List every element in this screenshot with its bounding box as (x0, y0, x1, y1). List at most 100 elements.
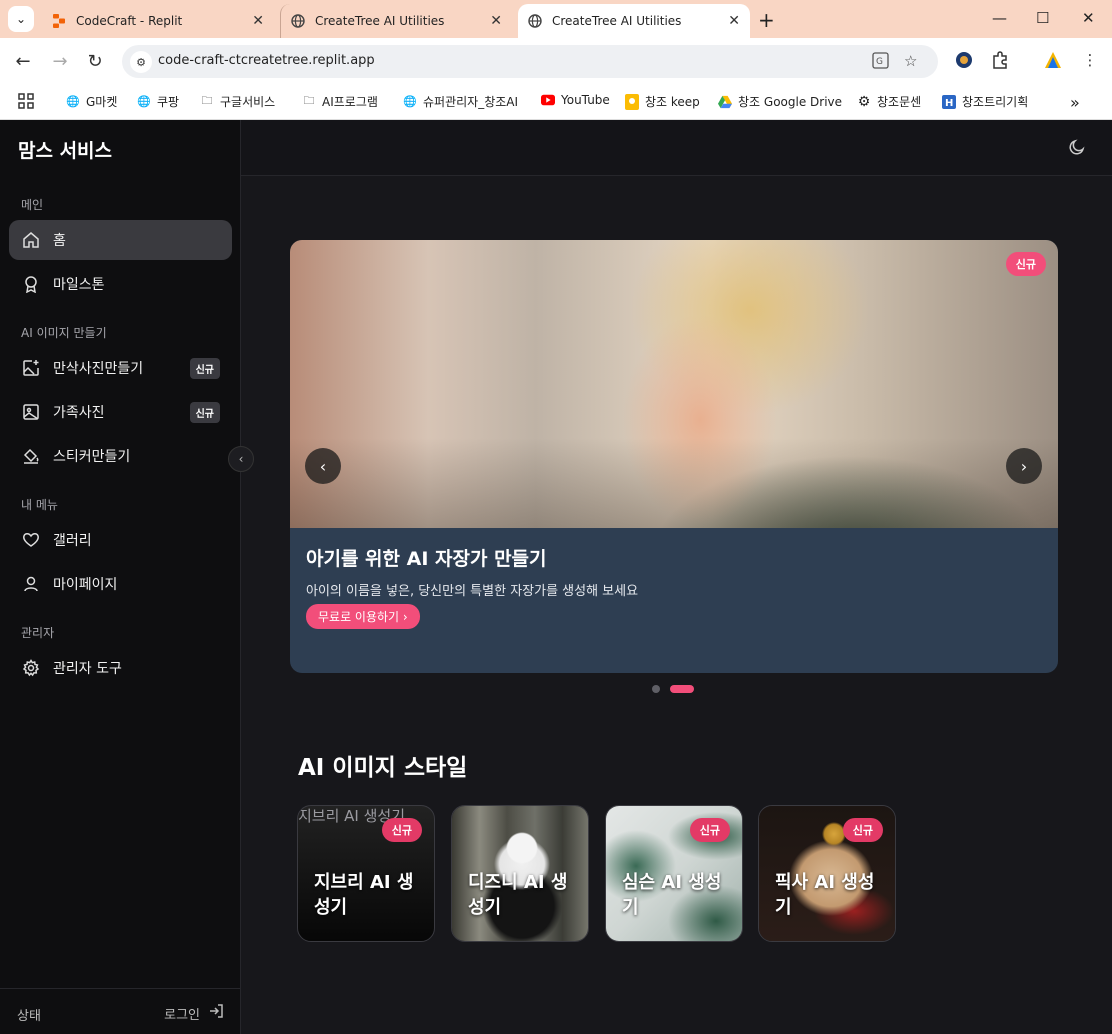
hero-subtitle: 아이의 이름을 넣은, 당신만의 특별한 자장가를 생성해 보세요 (306, 584, 639, 599)
section-ai-image: AI 이미지 만들기 (21, 326, 107, 340)
new-badge: 신규 (689, 818, 730, 842)
youtube-icon (541, 93, 555, 107)
card-title: 디즈니 AI 생성기 (468, 872, 568, 919)
forward-icon[interactable]: → (47, 48, 73, 74)
folder-icon: 🗀 (303, 94, 315, 107)
google-drive-icon (718, 95, 732, 109)
paint-bucket-icon (22, 447, 40, 465)
sidebar-item-gallery[interactable]: 갤러리 (9, 520, 232, 560)
bookmark-google-drive[interactable]: 창조 Google Drive (718, 93, 842, 110)
extension-globe-icon[interactable] (954, 50, 974, 70)
new-badge: 신규 (381, 818, 422, 842)
carousel-dot-2[interactable] (670, 685, 694, 693)
style-card-ghibli[interactable]: 지브리 AI 생성기 신규 지브리 AI 생성기 (297, 805, 435, 942)
bookmark-culture-center[interactable]: ⚙ 창조문센 (857, 93, 921, 110)
sidebar-item-maternity-photo[interactable]: 만삭사진만들기 신규 (9, 348, 232, 388)
sidebar-item-label: 마일스톤 (53, 277, 105, 293)
new-badge: 신규 (842, 818, 883, 842)
address-bar[interactable]: ⚙ code-craft-ctcreatetree.replit.app G ☆ (122, 45, 938, 78)
chevron-down-icon: ⌄ (15, 12, 27, 26)
bookmark-keep[interactable]: 창조 keep (625, 93, 700, 110)
translate-icon[interactable]: G (872, 52, 889, 73)
heart-icon (22, 531, 40, 549)
home-icon (22, 231, 40, 249)
sidebar-item-home[interactable]: 홈 (9, 220, 232, 260)
close-icon[interactable]: ✕ (728, 13, 740, 29)
style-card-simpson[interactable]: 신규 심슨 AI 생성기 (605, 805, 743, 942)
bookmark-google-services[interactable]: 🗀 구글서비스 (200, 93, 276, 110)
new-badge: 신규 (189, 357, 220, 379)
sidebar-item-label: 홈 (53, 233, 66, 249)
maximize-icon[interactable]: ☐ (1036, 9, 1049, 27)
gear-icon (22, 659, 40, 677)
carousel-dot-1[interactable] (652, 685, 660, 693)
free-use-button[interactable]: 무료로 이용하기 › (306, 604, 420, 629)
close-icon[interactable]: ✕ (252, 13, 264, 29)
folder-icon: 🗀 (201, 94, 213, 107)
section-main: 메인 (21, 198, 44, 212)
more-menu-icon[interactable]: ⋮ (1080, 50, 1100, 70)
window-close-icon[interactable]: ✕ (1082, 9, 1095, 27)
new-badge: 신규 (1005, 252, 1046, 276)
bookmark-coupang[interactable]: 🌐 쿠팡 (137, 93, 179, 110)
sidebar: 맘스 서비스 메인 홈 마일스톤 AI 이미지 만들기 만삭사진만들기 신규 가… (0, 120, 241, 1034)
sidebar-item-label: 가족사진 (53, 405, 105, 421)
hero-title: 아기를 위한 AI 자장가 만들기 (306, 548, 547, 570)
extensions-puzzle-icon[interactable] (990, 50, 1010, 70)
bookmark-ai-programs[interactable]: 🗀 AI프로그램 (302, 93, 378, 110)
card-title: 지브리 AI 생성기 (314, 872, 414, 919)
new-tab-icon[interactable]: + (758, 8, 775, 32)
top-bar (241, 120, 1112, 176)
browser-toolbar: ← → ↻ ⚙ code-craft-ctcreatetree.replit.a… (0, 38, 1112, 84)
globe-icon: 🌐 (66, 95, 80, 108)
card-title: 심슨 AI 생성기 (622, 872, 722, 919)
sidebar-item-label: 마이페이지 (53, 577, 118, 593)
star-icon[interactable]: ☆ (904, 52, 917, 70)
apps-grid-icon[interactable] (18, 93, 34, 109)
brand-title[interactable]: 맘스 서비스 (18, 136, 112, 163)
section-admin: 관리자 (21, 626, 55, 640)
gear-icon: ⚙ (857, 93, 871, 110)
sidebar-item-milestone[interactable]: 마일스톤 (9, 264, 232, 304)
minimize-icon[interactable]: — (992, 9, 1007, 27)
svg-text:H: H (945, 98, 953, 109)
url-text: code-craft-ctcreatetree.replit.app (158, 53, 375, 68)
chevron-left-icon: ‹ (319, 456, 327, 476)
sidebar-item-admin-tools[interactable]: 관리자 도구 (9, 648, 232, 688)
moon-icon[interactable] (1068, 138, 1086, 156)
sidebar-item-label: 만삭사진만들기 (53, 361, 144, 377)
bookmarks-bar: 🌐 G마켓 🌐 쿠팡 🗀 구글서비스 🗀 AI프로그램 🌐 슈퍼관리자_창조AI YouT… (0, 84, 1112, 120)
login-button[interactable]: 로그인 (164, 1003, 224, 1023)
bookmark-gmarket[interactable]: 🌐 G마켓 (66, 93, 117, 110)
bookmark-tree-planning[interactable]: H 창조트리기획 (942, 93, 1028, 110)
profile-icon[interactable] (1043, 50, 1063, 70)
more-bookmarks-icon[interactable]: » (1070, 93, 1080, 112)
browser-tab-codecraft[interactable]: CodeCraft - Replit ✕ (42, 4, 274, 38)
style-card-pixar[interactable]: 신규 픽사 AI 생성기 (758, 805, 896, 942)
sidebar-item-mypage[interactable]: 마이페이지 (9, 564, 232, 604)
tab-list-button[interactable]: ⌄ (8, 6, 34, 32)
globe-icon (291, 14, 305, 28)
sidebar-item-label: 스티커만들기 (53, 449, 131, 465)
carousel-prev-button[interactable]: ‹ (305, 448, 341, 484)
sidebar-item-label: 갤러리 (53, 533, 92, 549)
new-badge: 신규 (189, 401, 220, 423)
hero-carousel[interactable]: 신규 ‹ › 아기를 위한 AI 자장가 만들기 아이의 이름을 넣은, 당신만… (290, 240, 1058, 673)
close-icon[interactable]: ✕ (490, 13, 502, 29)
bookmark-youtube[interactable]: YouTube (541, 93, 610, 107)
browser-tab-createtree-active[interactable]: CreateTree AI Utilities ✕ (518, 4, 750, 38)
image-plus-icon (22, 359, 40, 377)
reload-icon[interactable]: ↻ (82, 48, 108, 74)
sidebar-collapse-button[interactable]: ‹ (228, 446, 254, 472)
section-my-menu: 내 메뉴 (21, 498, 58, 512)
site-info-icon[interactable]: ⚙ (130, 51, 152, 73)
back-icon[interactable]: ← (10, 48, 36, 74)
browser-tab-bar: ⌄ CodeCraft - Replit ✕ CreateTree AI Uti… (0, 0, 1112, 38)
sidebar-item-family-photo[interactable]: 가족사진 신규 (9, 392, 232, 432)
carousel-next-button[interactable]: › (1006, 448, 1042, 484)
sidebar-item-sticker[interactable]: 스티커만들기 (9, 436, 232, 476)
style-card-disney[interactable]: 디즈니 AI 생성기 (451, 805, 589, 942)
browser-tab-createtree[interactable]: CreateTree AI Utilities ✕ (280, 4, 512, 38)
tab-title: CreateTree AI Utilities (552, 14, 682, 28)
bookmark-super-admin[interactable]: 🌐 슈퍼관리자_창조AI (403, 93, 518, 110)
